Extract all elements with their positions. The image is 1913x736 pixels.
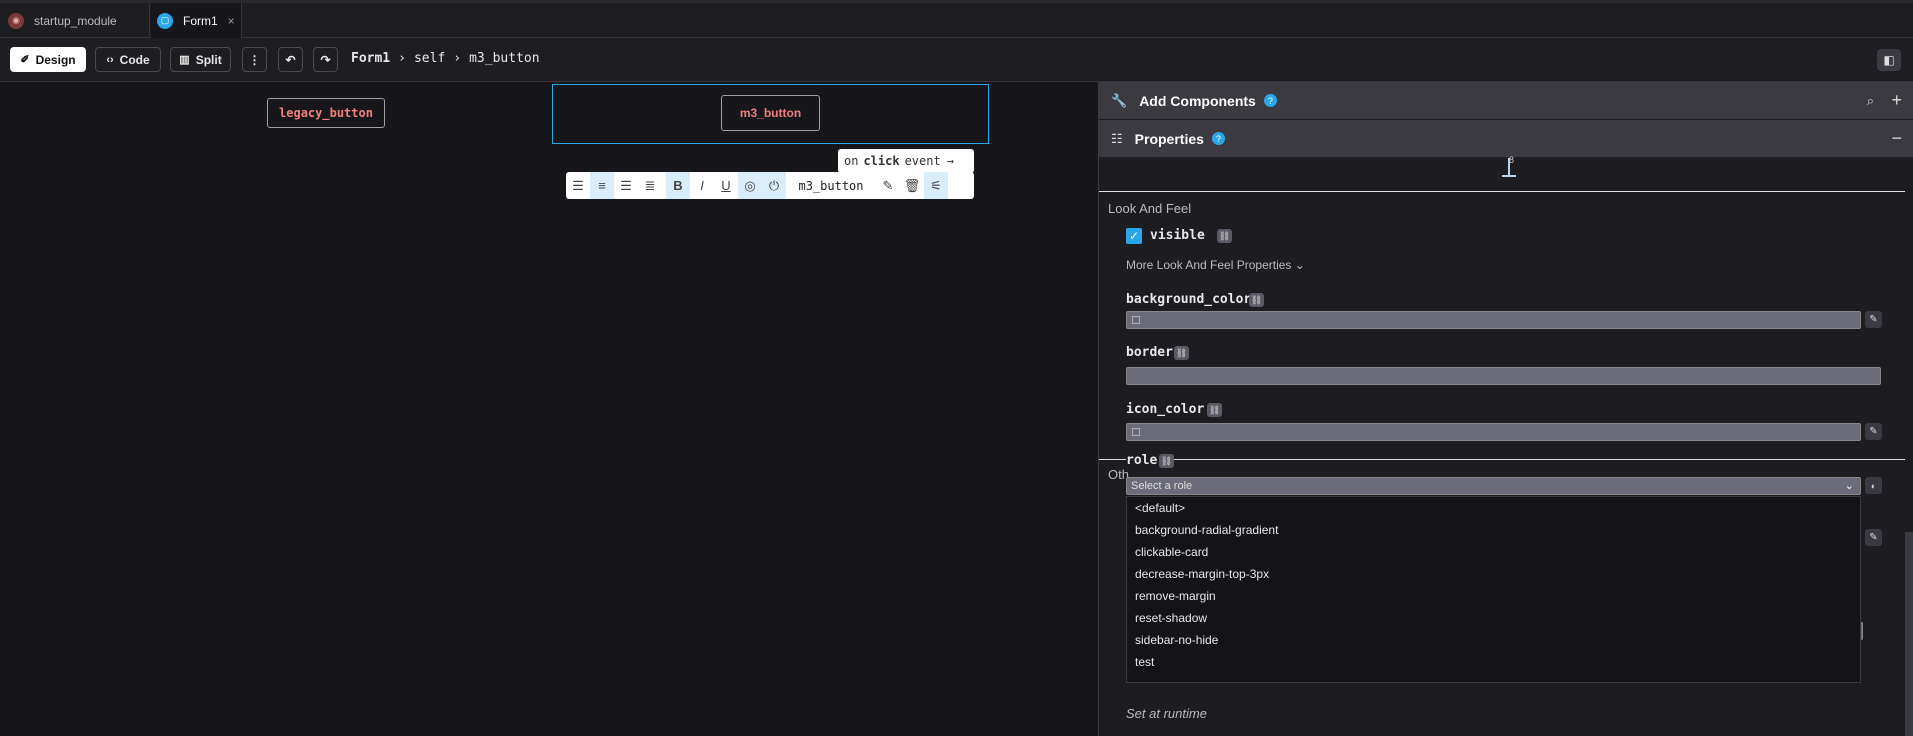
selected-component-frame[interactable]: m3_button xyxy=(552,84,989,144)
legacy-button[interactable]: legacy_button xyxy=(267,98,385,128)
tab-startup-module[interactable]: ◉ startup_module xyxy=(0,3,150,38)
add-components-header[interactable]: 🔧 Add Components ? ⌕ + xyxy=(1099,82,1913,119)
visible-label: visible xyxy=(1150,228,1205,243)
tab-bar: ◉ startup_module ▢ Form1 × xyxy=(0,0,1913,38)
breadcrumb: Form1 › self › m3_button xyxy=(351,51,540,66)
redo-button[interactable]: ↷ xyxy=(313,47,338,72)
breadcrumb-item[interactable]: m3_button xyxy=(469,51,539,66)
undo-icon: ↶ xyxy=(285,52,296,67)
more-icon: ⋮ xyxy=(248,52,261,67)
tab-label: Form1 xyxy=(183,13,218,28)
tab-label: startup_module xyxy=(34,13,117,28)
background-color-label: background_color xyxy=(1126,292,1252,307)
italic-icon[interactable]: I xyxy=(690,172,714,199)
breadcrumb-item[interactable]: Form1 xyxy=(351,51,390,66)
design-canvas[interactable]: legacy_button m3_button on click event →… xyxy=(0,82,1098,736)
toggle-icon[interactable]: ◐ xyxy=(1865,477,1882,494)
toggle-panel-button[interactable]: ◧ xyxy=(1877,49,1901,71)
close-icon[interactable]: × xyxy=(228,14,235,28)
underline-icon[interactable]: U xyxy=(714,172,738,199)
role-option[interactable]: sidebar-no-hide xyxy=(1127,629,1860,651)
align-right-icon[interactable]: ☰ xyxy=(614,172,638,199)
color-swatch xyxy=(1132,316,1140,324)
module-icon: ◉ xyxy=(8,12,24,29)
icon-color-label: icon_color xyxy=(1126,402,1205,417)
link-icon[interactable]: ⛓ xyxy=(1207,403,1222,417)
code-icon: ‹› xyxy=(106,53,114,66)
border-label: border xyxy=(1126,345,1173,360)
properties-header[interactable]: ☷ Properties ? − xyxy=(1099,120,1913,157)
help-icon[interactable]: ? xyxy=(1263,94,1277,107)
role-option[interactable]: decrease-margin-top-3px xyxy=(1127,563,1860,585)
chevron-down-icon: ⌄ xyxy=(1844,480,1854,492)
more-options-button[interactable]: ⋮ xyxy=(242,47,267,72)
panel-icon: ◧ xyxy=(1883,53,1895,67)
arrow-right-icon: → xyxy=(946,154,954,168)
m3-button[interactable]: m3_button xyxy=(721,95,820,131)
background-color-input[interactable] xyxy=(1126,311,1861,329)
sliders-icon: ☷ xyxy=(1111,130,1123,146)
undo-button[interactable]: ↶ xyxy=(278,47,303,72)
link-icon[interactable]: ⛓ xyxy=(1174,346,1189,360)
chevron-down-icon: ⌄ xyxy=(1294,258,1305,272)
event-chip[interactable]: on click event → xyxy=(838,149,974,173)
align-left-icon[interactable]: ☰ xyxy=(566,172,590,199)
pencil-icon[interactable]: ✎ xyxy=(1865,423,1882,440)
power-icon[interactable]: ⏻ xyxy=(762,172,786,199)
role-label: role xyxy=(1126,453,1162,468)
scrollbar[interactable] xyxy=(1905,532,1913,736)
tab-form1[interactable]: ▢ Form1 × xyxy=(151,3,242,38)
split-icon: ▥ xyxy=(179,54,190,66)
settings-sliders-icon[interactable]: ⚟ xyxy=(924,172,948,199)
align-center-icon[interactable]: ≡ xyxy=(590,172,614,199)
link-icon[interactable]: ⛓ xyxy=(1249,293,1264,307)
format-toolbar: ☰ ≡ ☰ ≣ B I U ◎ ⏻ m3_button ✎ 🗑 ⚟ xyxy=(566,172,974,199)
color-swatch xyxy=(1132,428,1140,436)
divider xyxy=(1099,191,1905,192)
set-at-runtime-text: Set at runtime xyxy=(1126,706,1207,721)
collapse-icon[interactable]: − xyxy=(1891,128,1902,149)
bold-icon[interactable]: B xyxy=(666,172,690,199)
brush-icon: ✐ xyxy=(20,54,30,66)
role-option[interactable]: <default> xyxy=(1127,497,1860,519)
pencil-icon[interactable]: ✎ xyxy=(1865,311,1882,328)
design-button[interactable]: ✐ Design xyxy=(10,47,86,72)
component-name[interactable]: m3_button xyxy=(786,179,876,193)
role-option[interactable]: test xyxy=(1127,651,1860,673)
form-icon: ▢ xyxy=(157,12,173,29)
visible-checkbox[interactable]: ✓ xyxy=(1126,228,1142,244)
side-panel: 🔧 Add Components ? ⌕ + ☷ Properties ? − … xyxy=(1098,82,1913,736)
link-icon[interactable]: ⛓ xyxy=(1159,454,1174,468)
border-input[interactable] xyxy=(1126,367,1881,385)
icon-color-input[interactable] xyxy=(1126,423,1861,441)
divider xyxy=(1099,459,1905,460)
role-option[interactable]: remove-margin xyxy=(1127,585,1860,607)
pencil-icon[interactable]: ✎ xyxy=(1865,529,1882,546)
pencil-icon[interactable]: ✎ xyxy=(876,172,900,199)
align-justify-icon[interactable]: ≣ xyxy=(638,172,662,199)
spacing-value: 8 xyxy=(1509,155,1515,165)
role-dropdown: <default> background-radial-gradient cli… xyxy=(1126,496,1861,683)
trash-icon[interactable]: 🗑 xyxy=(900,172,924,199)
editor-toolbar: ✐ Design ‹› Code ▥ Split ⋮ ↶ ↷ Form1 › s… xyxy=(0,38,1913,82)
role-option[interactable]: reset-shadow xyxy=(1127,607,1860,629)
plus-icon[interactable]: + xyxy=(1891,90,1902,111)
breadcrumb-separator: › xyxy=(398,51,406,66)
code-button[interactable]: ‹› Code xyxy=(95,47,161,72)
redo-icon: ↷ xyxy=(320,52,331,67)
role-option[interactable]: clickable-card xyxy=(1127,541,1860,563)
breadcrumb-item[interactable]: self xyxy=(414,51,445,66)
more-look-and-feel-toggle[interactable]: More Look And Feel Properties ⌄ xyxy=(1126,258,1305,272)
eye-icon[interactable]: ◎ xyxy=(738,172,762,199)
role-select[interactable]: Select a role ⌄ xyxy=(1126,477,1861,495)
help-icon[interactable]: ? xyxy=(1211,132,1225,145)
wrench-icon: 🔧 xyxy=(1111,92,1128,108)
search-icon[interactable]: ⌕ xyxy=(1867,93,1874,109)
breadcrumb-separator: › xyxy=(453,51,462,66)
section-title-look-and-feel: Look And Feel xyxy=(1108,201,1192,216)
role-option[interactable]: background-radial-gradient xyxy=(1127,519,1860,541)
split-button[interactable]: ▥ Split xyxy=(170,47,231,72)
link-icon[interactable]: ⛓ xyxy=(1217,229,1232,243)
